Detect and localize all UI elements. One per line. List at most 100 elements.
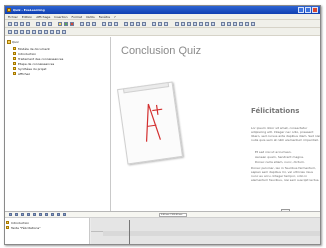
outline-item[interactable]: Affichez — [13, 71, 30, 76]
help-icon[interactable] — [239, 22, 243, 26]
crop-icon[interactable] — [62, 30, 66, 34]
cut-icon[interactable] — [36, 22, 40, 26]
a-plus-icon — [145, 103, 163, 142]
comment-icon[interactable] — [152, 22, 156, 26]
menu-file[interactable]: Fichier — [8, 15, 18, 19]
settings-icon[interactable] — [164, 22, 168, 26]
time-range-field[interactable]: 0.00 sec / 100.00 sec — [159, 213, 187, 217]
menu-tools[interactable]: Outils — [86, 15, 95, 19]
maximize-button[interactable] — [305, 7, 311, 13]
rectangle-tool-icon[interactable] — [20, 30, 24, 34]
paragraph-text: Lor ipsum dolor sit amet, consectetur ad… — [251, 126, 321, 142]
align-right-icon[interactable] — [92, 22, 96, 26]
new-icon[interactable] — [8, 22, 12, 26]
page-icon — [13, 52, 16, 55]
eraser-tool-icon[interactable] — [44, 30, 48, 34]
eyedropper-icon[interactable] — [56, 30, 60, 34]
bullet-list: Et sed nisi ut accumsan. Aenean quam, he… — [255, 150, 320, 165]
image-icon[interactable] — [130, 22, 134, 26]
delete-track-icon[interactable] — [57, 213, 60, 216]
bold-icon[interactable] — [175, 22, 179, 26]
pointer-icon[interactable] — [8, 30, 12, 34]
numbering-icon[interactable] — [211, 22, 215, 26]
paste-icon[interactable] — [48, 22, 52, 26]
preview-icon[interactable] — [251, 22, 255, 26]
export-icon[interactable] — [245, 22, 249, 26]
page-icon — [13, 67, 16, 70]
stop-icon[interactable] — [15, 213, 18, 216]
underline-icon[interactable] — [187, 22, 191, 26]
menu-edit[interactable]: Edition — [22, 15, 32, 19]
title-bar: Quiz - ExeLearning — [5, 6, 320, 14]
quiz-icon[interactable] — [158, 22, 162, 26]
grid-icon[interactable] — [108, 22, 112, 26]
brush-tool-icon[interactable] — [38, 30, 42, 34]
play-icon[interactable] — [9, 213, 12, 216]
close-button[interactable] — [312, 7, 318, 13]
menu-view[interactable]: Affichage — [36, 15, 50, 19]
print-icon[interactable] — [26, 22, 30, 26]
page-icon — [6, 221, 9, 224]
next-icon[interactable] — [27, 213, 30, 216]
save-icon[interactable] — [20, 22, 24, 26]
undo-icon[interactable] — [221, 22, 225, 26]
search-icon[interactable] — [233, 22, 237, 26]
bullet-item: Aenean quam, hendrerit magna. — [255, 155, 304, 159]
menu-format[interactable]: Format — [71, 15, 82, 19]
timeline-bar[interactable] — [103, 231, 320, 236]
page-icon — [13, 57, 16, 60]
folder-icon[interactable] — [58, 22, 62, 26]
redo-icon[interactable] — [227, 22, 231, 26]
fill-tool-icon[interactable] — [50, 30, 54, 34]
bullet-item: Et sed nisi ut accumsan. — [255, 150, 292, 154]
stop-icon[interactable] — [70, 22, 74, 26]
add-track-icon[interactable] — [51, 213, 54, 216]
line-tool-icon[interactable] — [32, 30, 36, 34]
bullet-item: Donec nulla etiam, nunc, dictum. — [255, 160, 305, 164]
link-icon[interactable] — [114, 22, 118, 26]
ellipse-tool-icon[interactable] — [26, 30, 30, 34]
paragraph-text: Donec pulvinar, leo in faucibus fermentu… — [251, 166, 320, 182]
zoom-in-icon[interactable] — [39, 213, 42, 216]
text-tool-icon[interactable] — [14, 30, 18, 34]
playhead[interactable] — [129, 220, 130, 244]
timeline-grid[interactable] — [91, 218, 320, 244]
track-list: Introduction Texte "Félicitations" — [5, 218, 90, 244]
font-color-icon[interactable] — [193, 22, 197, 26]
zoom-out-icon[interactable] — [45, 213, 48, 216]
highlight-icon[interactable] — [199, 22, 203, 26]
video-icon[interactable] — [136, 22, 140, 26]
main-toolbar — [5, 20, 320, 28]
secondary-toolbar — [5, 28, 320, 36]
slide-canvas[interactable]: Conclusion Quiz Félicitations Lor ipsum … — [112, 37, 321, 217]
menu-insert[interactable]: Insertion — [54, 15, 67, 19]
text-icon — [6, 226, 9, 229]
play-icon[interactable] — [64, 22, 68, 26]
audio-icon[interactable] — [142, 22, 146, 26]
window-controls — [298, 7, 318, 13]
page-icon — [13, 72, 16, 75]
open-icon[interactable] — [14, 22, 18, 26]
track-row[interactable]: Texte "Félicitations" — [6, 225, 41, 230]
application-window: Quiz - ExeLearning Fichier Edition Affic… — [4, 5, 321, 245]
align-center-icon[interactable] — [86, 22, 90, 26]
grade-card — [116, 81, 184, 165]
table-icon[interactable] — [124, 22, 128, 26]
zoom-icon[interactable] — [102, 22, 106, 26]
section-title: Félicitations — [251, 107, 300, 115]
slide-title: Conclusion Quiz — [121, 45, 202, 57]
loop-icon[interactable] — [33, 213, 36, 216]
italic-icon[interactable] — [181, 22, 185, 26]
timeline-panel: 0.00 sec / 100.00 sec Introduction Texte… — [5, 211, 320, 244]
outline-root[interactable]: Quiz — [7, 39, 19, 44]
outline-pane: Quiz Modèle de document Introduction Tra… — [5, 37, 111, 211]
align-left-icon[interactable] — [80, 22, 84, 26]
copy-icon[interactable] — [42, 22, 46, 26]
folder-icon — [7, 39, 11, 44]
menu-window[interactable]: Fenêtre — [99, 15, 110, 19]
settings-icon[interactable] — [63, 213, 66, 216]
minimize-button[interactable] — [298, 7, 304, 13]
bullets-icon[interactable] — [205, 22, 209, 26]
previous-icon[interactable] — [21, 213, 24, 216]
menu-help[interactable]: ? — [114, 15, 116, 19]
